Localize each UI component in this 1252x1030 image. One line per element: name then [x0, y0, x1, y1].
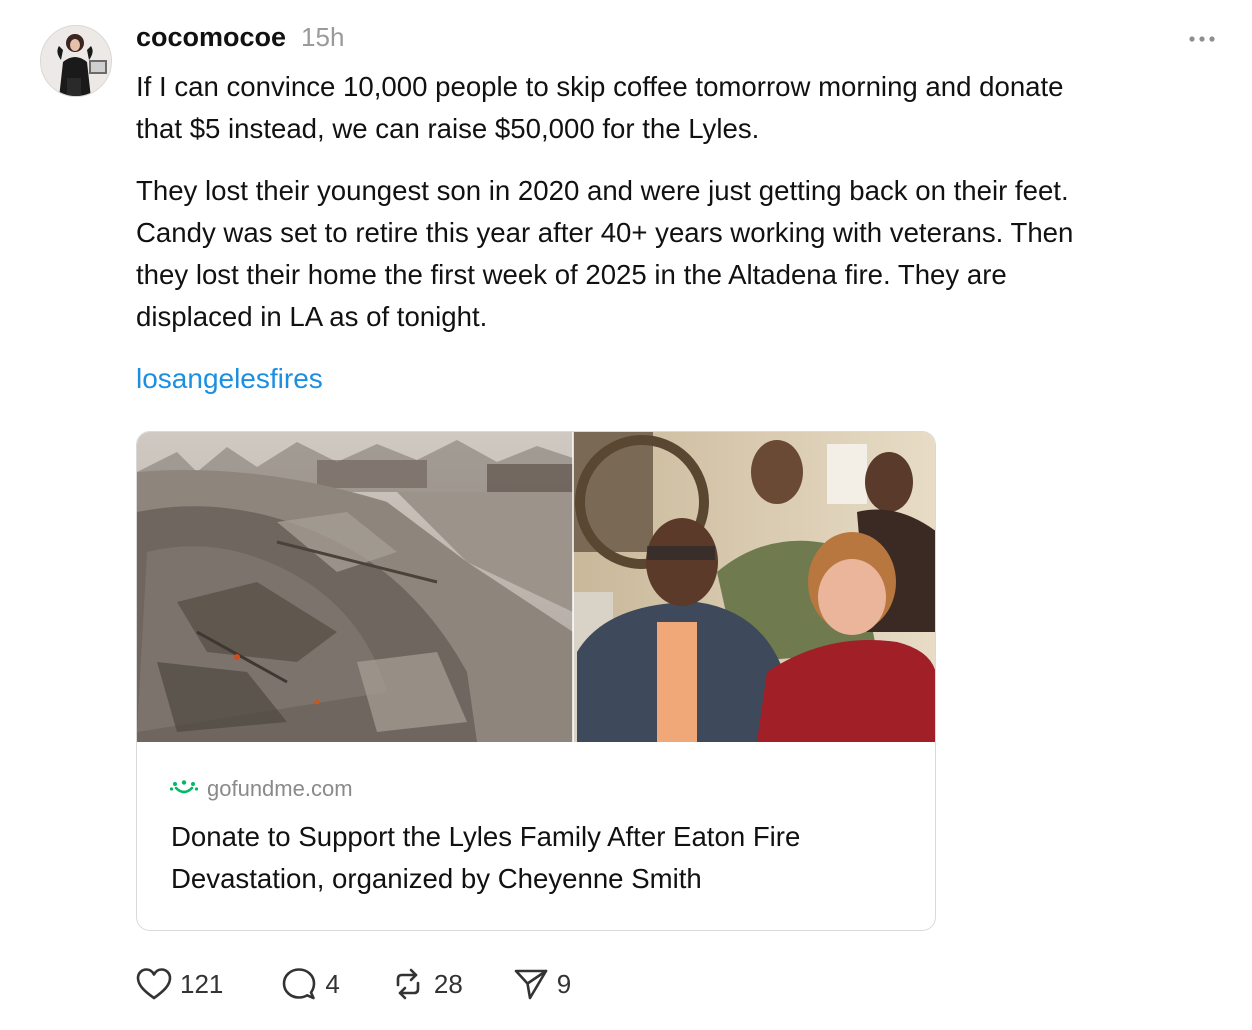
- username[interactable]: cocomocoe: [136, 22, 286, 53]
- link-domain-text: gofundme.com: [207, 776, 353, 801]
- reply-count: 4: [325, 968, 340, 999]
- paper-plane-icon: [514, 969, 548, 1000]
- topic-tag-link[interactable]: losangelesfires: [136, 358, 323, 400]
- repost-count: 28: [433, 968, 463, 999]
- avatar-image: [41, 26, 111, 96]
- share-count: 9: [556, 968, 572, 999]
- timestamp: 15h: [301, 22, 345, 52]
- like-count: 121: [180, 968, 224, 999]
- more-options-button[interactable]: [1184, 26, 1220, 52]
- share-button[interactable]: 9: [513, 967, 571, 1001]
- repost-button[interactable]: 28: [390, 967, 463, 1001]
- ellipsis-icon: [1189, 36, 1215, 42]
- heart-icon: [136, 968, 172, 1000]
- family-photo: [573, 432, 935, 742]
- link-domain: gofundme.com: [169, 776, 353, 802]
- like-button[interactable]: 121: [136, 967, 223, 1001]
- link-preview-card[interactable]: gofundme.com Donate to Support the Lyles…: [136, 431, 936, 931]
- post-actions: 121 4 28 9: [136, 962, 571, 1006]
- post-paragraph: They lost their youngest son in 2020 and…: [136, 175, 1074, 332]
- post-body: If I can convince 10,000 people to skip …: [136, 66, 1216, 358]
- fire-debris-photo: [137, 432, 573, 742]
- link-title: Donate to Support the Lyles Family After…: [171, 821, 801, 894]
- reply-button[interactable]: 4: [281, 967, 340, 1001]
- post-header: cocomocoe 15h: [136, 22, 344, 56]
- post-paragraph: If I can convince 10,000 people to skip …: [136, 71, 1064, 144]
- gofundme-logo-icon: [169, 780, 199, 794]
- avatar[interactable]: [40, 25, 112, 97]
- link-preview-image: [137, 432, 935, 742]
- speech-bubble-icon: [283, 968, 316, 1000]
- repost-arrows-icon: [396, 968, 420, 1000]
